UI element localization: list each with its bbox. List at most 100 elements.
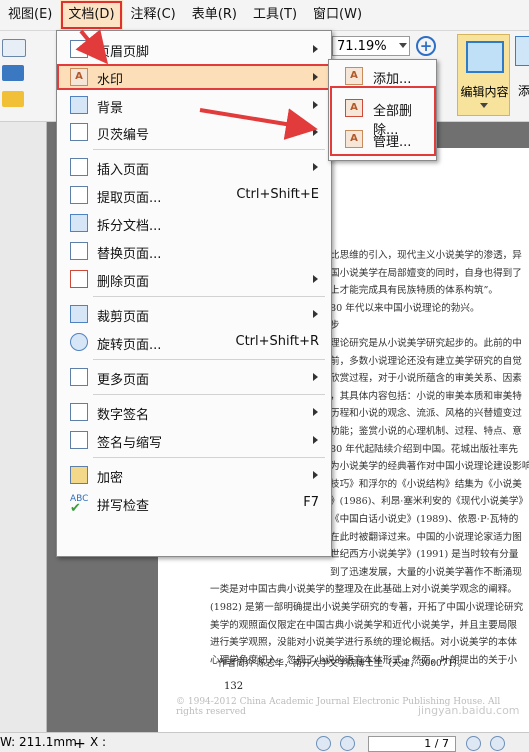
- last-page-icon[interactable]: [490, 736, 505, 751]
- menu-item-label: 旋转页面...: [97, 338, 162, 353]
- menu-item-split-document[interactable]: 拆分文档...: [57, 210, 331, 236]
- previous-page-icon[interactable]: [340, 736, 355, 751]
- navigation-panel: [0, 122, 47, 732]
- menu-item-background[interactable]: 背景: [57, 92, 331, 118]
- menu-item-rotate-page[interactable]: 旋转页面... Ctrl+Shift+R: [57, 329, 331, 355]
- crosshair-icon: +: [74, 736, 86, 752]
- chevron-right-icon: [313, 73, 318, 81]
- add-label: 添: [518, 84, 529, 98]
- delete-page-icon: [70, 270, 88, 288]
- menu-item-header-footer[interactable]: 页眉页脚: [57, 36, 331, 62]
- page-line: 《中国白话小说史》(1989)、依恩·P·瓦特的: [330, 514, 519, 525]
- menu-item-label: 更多页面: [97, 373, 150, 388]
- zoom-value: 71.19%: [337, 39, 387, 54]
- menu-item-digital-signature[interactable]: 数字签名: [57, 399, 331, 425]
- page-line: 80 年代起陆续介绍到中国。花城出版社率先: [330, 443, 518, 455]
- menu-document[interactable]: 文档(D): [60, 0, 123, 30]
- page-indicator[interactable]: 1 / 7: [368, 736, 456, 752]
- menu-item-extract-page[interactable]: 提取页面... Ctrl+Shift+E: [57, 182, 331, 208]
- menu-item-spell-check[interactable]: ABC ✔ 拼写检查 F7: [57, 490, 331, 516]
- chevron-right-icon: [313, 275, 318, 283]
- page-line: 进行美学观照，没能对小说美学进行系统的理论概括。对小说美学的本体: [210, 637, 517, 649]
- zoom-select[interactable]: 71.19%: [332, 36, 410, 56]
- menu-item-more-pages[interactable]: 更多页面: [57, 364, 331, 390]
- menu-window[interactable]: 窗口(W): [305, 0, 370, 30]
- menu-item-delete-page[interactable]: 删除页面: [57, 266, 331, 292]
- menu-item-crop-page[interactable]: 裁剪页面: [57, 301, 331, 327]
- chevron-right-icon: [313, 163, 318, 171]
- page-line: 80 年代以来中国小说理论的勃兴。: [330, 302, 480, 314]
- chevron-right-icon: [313, 45, 318, 53]
- page-line: 世纪西方小说美学》(1991) 是当时较有分量: [330, 549, 519, 561]
- page-line: 为小说美学的经典著作对中国小说理论建设影响: [330, 461, 529, 473]
- menu-divider: [93, 457, 325, 458]
- page-line: 国小说美学在局部嬗变的同时，自身也得到了: [330, 267, 522, 279]
- page-line: 在此时被翻译过来。中国的小说理论家适力图: [330, 531, 522, 543]
- chevron-down-icon: [480, 103, 488, 108]
- background-icon: [70, 96, 88, 114]
- menu-tools[interactable]: 工具(T): [245, 0, 305, 30]
- menu-item-insert-page[interactable]: 插入页面: [57, 154, 331, 180]
- menu-item-sign-initials[interactable]: 签名与缩写: [57, 427, 331, 453]
- bates-number-icon: [70, 123, 88, 141]
- menu-item-watermark[interactable]: A 水印: [57, 64, 331, 90]
- new-document-icon[interactable]: [2, 91, 24, 107]
- menu-form[interactable]: 表单(R): [184, 0, 245, 30]
- page-line: 历程和小说的观念、流派、风格的兴替嬗变过: [330, 408, 522, 420]
- menu-item-label: 加密: [97, 471, 124, 486]
- menu-bar: 视图(E) 文档(D) 注释(C) 表单(R) 工具(T) 窗口(W): [0, 0, 529, 31]
- width-readout: W: 211.1mm: [0, 735, 77, 749]
- chevron-right-icon: [313, 471, 318, 479]
- status-bar: W: 211.1mm + X : 1 / 7: [0, 732, 529, 752]
- page-number: 132: [224, 681, 244, 692]
- encrypt-icon: [70, 466, 88, 484]
- menu-view[interactable]: 视图(E): [0, 0, 60, 30]
- page-line: 前，多数小说理论还没有建立美学研究的自觉: [330, 355, 522, 367]
- menu-item-label: 提取页面...: [97, 191, 162, 206]
- page-line: 理论研究是从小说美学研究起步的。此前的中: [330, 338, 522, 349]
- page-line: 步: [330, 320, 340, 332]
- first-page-icon[interactable]: [316, 736, 331, 751]
- digital-signature-icon: [70, 403, 88, 421]
- site-watermark: jingyan.baidu.com: [418, 704, 520, 717]
- menu-item-label: 替换页面...: [97, 247, 162, 262]
- menu-item-label: 背景: [97, 101, 124, 116]
- shortcut-label: Ctrl+Shift+E: [236, 187, 319, 202]
- menu-item-replace-page[interactable]: 替换页面...: [57, 238, 331, 264]
- replace-page-icon: [70, 242, 88, 260]
- header-footer-icon: [70, 40, 88, 58]
- zoom-in-icon[interactable]: +: [416, 36, 436, 56]
- add-image-icon[interactable]: [515, 36, 529, 66]
- crop-page-icon: [70, 305, 88, 323]
- menu-item-encrypt[interactable]: 加密: [57, 462, 331, 488]
- chevron-right-icon: [313, 310, 318, 318]
- menu-item-bates[interactable]: 贝茨编号: [57, 119, 331, 145]
- more-pages-icon: [70, 368, 88, 386]
- chevron-right-icon: [313, 101, 318, 109]
- menu-item-label: 拆分文档...: [97, 219, 162, 234]
- edit-content-button[interactable]: 编辑内容: [457, 34, 510, 116]
- watermark-add-icon: A: [345, 67, 363, 85]
- menu-item-label: 删除页面: [97, 275, 150, 290]
- page-line: 上才能完成具有民族特质的体系构筑”。: [330, 285, 498, 297]
- menu-item-label: 拼写检查: [97, 499, 150, 514]
- email-icon[interactable]: [2, 39, 26, 57]
- menu-divider: [93, 394, 325, 395]
- chevron-right-icon: [313, 408, 318, 416]
- next-page-icon[interactable]: [466, 736, 481, 751]
- extract-page-icon: [70, 186, 88, 204]
- menu-divider: [93, 296, 325, 297]
- menu-divider: [93, 359, 325, 360]
- edit-image-icon: [466, 41, 504, 73]
- menu-comment[interactable]: 注释(C): [123, 0, 184, 30]
- page-line: 欣赏过程，对于小说所蕴含的审美关系、因素: [330, 373, 522, 385]
- edit-content-label: 编辑内容: [460, 85, 509, 99]
- menu-divider: [93, 149, 325, 150]
- page-line: 到了迅速发展，大量的小说美学著作不断涌现: [330, 566, 522, 578]
- insert-page-icon: [70, 158, 88, 176]
- menu-item-label: 签名与缩写: [97, 436, 163, 451]
- scan-icon[interactable]: [2, 65, 24, 81]
- menu-item-label: 贝茨编号: [97, 128, 150, 143]
- shortcut-label: F7: [303, 495, 319, 510]
- page-line: 一类是对中国古典小说美学的整理及在此基础上对小说美学观念的阐释。: [210, 584, 517, 596]
